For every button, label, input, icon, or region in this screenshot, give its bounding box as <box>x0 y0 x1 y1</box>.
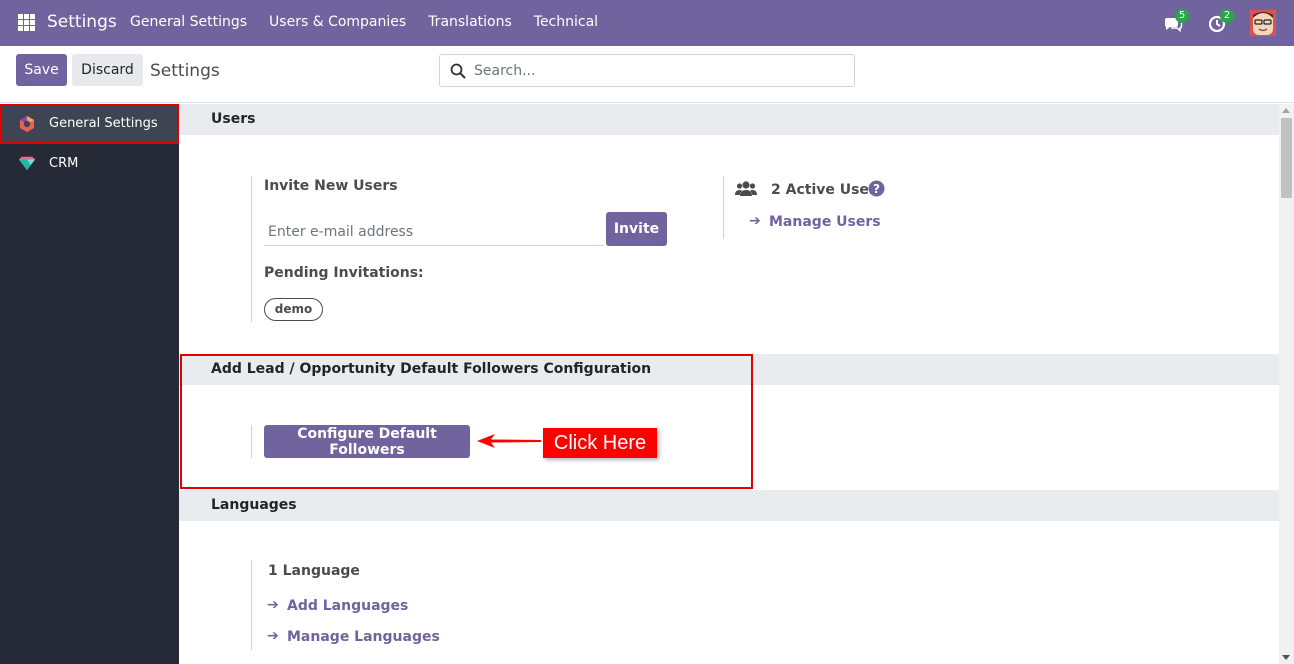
users-group-icon <box>735 181 757 196</box>
scroll-down-arrow-icon[interactable] <box>1282 655 1290 660</box>
sidebar-item-general-settings[interactable]: General Settings <box>0 104 179 144</box>
invite-email-input[interactable] <box>264 219 604 246</box>
content-scrollbar[interactable] <box>1279 104 1294 664</box>
settings-content: Users Invite New Users Invite Pending In… <box>179 104 1279 664</box>
apps-grid-icon[interactable] <box>18 14 35 31</box>
click-here-callout: Click Here <box>543 428 657 458</box>
control-panel: Save Discard Settings <box>0 46 1294 103</box>
divider <box>251 560 252 650</box>
users-section-header: Users <box>179 104 1279 135</box>
divider <box>723 176 724 239</box>
sidebar-item-label: CRM <box>49 156 79 171</box>
sidebar-item-crm[interactable]: CRM <box>0 144 179 184</box>
section-title: Users <box>211 111 256 127</box>
help-question-icon[interactable]: ? <box>868 180 885 197</box>
chat-icon[interactable]: 5 <box>1163 9 1189 36</box>
invite-button[interactable]: Invite <box>606 212 667 246</box>
menu-technical[interactable]: Technical <box>534 14 598 30</box>
page-title: Settings <box>150 61 220 81</box>
save-button[interactable]: Save <box>16 54 67 86</box>
menu-general-settings[interactable]: General Settings <box>130 14 247 30</box>
activity-clock-icon[interactable]: 2 <box>1208 9 1234 36</box>
add-languages-link[interactable]: Add Languages <box>287 598 408 614</box>
sidebar-item-label: General Settings <box>49 116 158 131</box>
invite-users-label: Invite New Users <box>264 178 398 194</box>
user-avatar[interactable] <box>1250 10 1276 36</box>
arrow-right-icon: ➔ <box>267 628 279 644</box>
settings-sidebar: General Settings CRM <box>0 104 179 664</box>
divider <box>251 176 252 322</box>
app-name[interactable]: Settings <box>47 12 117 32</box>
highlight-box <box>180 354 753 489</box>
discard-button[interactable]: Discard <box>72 54 143 86</box>
chat-count-badge: 5 <box>1175 9 1189 23</box>
manage-languages-link[interactable]: Manage Languages <box>287 629 440 645</box>
search-icon <box>450 63 466 79</box>
settings-hexagon-icon <box>20 116 34 132</box>
svg-text:?: ? <box>873 182 880 196</box>
search-box[interactable] <box>439 54 855 87</box>
scroll-thumb[interactable] <box>1281 118 1292 198</box>
section-title: Languages <box>211 497 297 513</box>
active-user-count: 2 Active User <box>771 182 876 198</box>
crm-gem-icon <box>18 156 36 171</box>
activity-count-badge: 2 <box>1220 9 1234 23</box>
top-navbar: Settings General Settings Users & Compan… <box>0 0 1294 46</box>
menu-users-companies[interactable]: Users & Companies <box>269 14 406 30</box>
manage-users-link[interactable]: Manage Users <box>769 214 881 230</box>
main-menu: General Settings Users & Companies Trans… <box>130 14 620 30</box>
pending-invitations-label: Pending Invitations: <box>264 265 424 281</box>
arrow-right-icon: ➔ <box>749 213 761 229</box>
red-arrow-icon <box>477 434 541 448</box>
language-count: 1 Language <box>268 563 360 579</box>
menu-translations[interactable]: Translations <box>428 14 512 30</box>
arrow-right-icon: ➔ <box>267 597 279 613</box>
languages-section-header: Languages <box>179 490 1279 521</box>
search-input[interactable] <box>474 60 844 82</box>
scroll-up-arrow-icon[interactable] <box>1282 108 1290 113</box>
pending-invitation-tag[interactable]: demo <box>264 298 323 321</box>
